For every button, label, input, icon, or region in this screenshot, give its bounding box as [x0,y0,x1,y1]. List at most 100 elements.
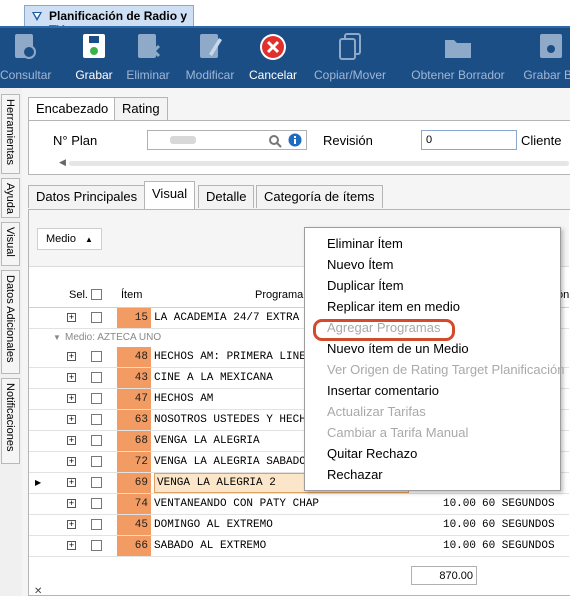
row-checkbox[interactable] [91,519,102,530]
row-checkbox[interactable] [91,540,102,551]
row-checkbox[interactable] [91,477,102,488]
menu-item-duplicar-ítem[interactable]: Duplicar Ítem [327,278,404,298]
menu-item-actualizar-tarifas: Actualizar Tarifas [327,404,426,419]
menu-item-eliminar-ítem[interactable]: Eliminar Ítem [327,236,403,256]
tab-encabezado[interactable]: Encabezado [28,97,117,122]
programa-cell: VENTANEANDO CON PATY CHAP [154,498,320,510]
obtener-borrador-button[interactable]: Obtener Borrador [410,32,506,88]
header-tabs: Encabezado Rating [28,97,328,122]
title-bar: Planificación de Radio y TV [0,0,570,37]
current-row-indicator-icon: ▶ [35,478,42,487]
folder-icon [445,40,471,58]
expand-icon[interactable]: + [67,478,76,487]
row-checkbox[interactable] [91,498,102,509]
plan-value-redacted [170,136,196,144]
side-tab-herramientas[interactable]: Herramientas [1,94,20,174]
modificar-button[interactable]: Modificar [180,32,240,88]
expand-icon[interactable]: + [67,313,76,322]
item-cell: 63 [117,410,151,430]
expand-icon[interactable]: + [67,352,76,361]
programa-cell: DOMINGO AL EXTREMO [154,519,273,531]
row-checkbox[interactable] [91,372,102,383]
copy-icon [339,33,361,60]
item-cell: 15 [117,308,151,328]
row-checkbox[interactable] [91,393,102,404]
main-tabs: Datos Principales Visual Detalle Categor… [28,181,388,210]
app-icon [32,12,42,21]
menu-item-insertar-comentario[interactable]: Insertar comentario [327,383,439,403]
tab-rating[interactable]: Rating [114,97,168,120]
table-row[interactable]: +74 VENTANEANDO CON PATY CHAP 10.00 60 SEGU… [29,494,569,515]
plan-field[interactable] [147,130,307,150]
scroll-track[interactable] [69,161,569,166]
menu-item-quitar-rechazo[interactable]: Quitar Rechazo [327,446,417,466]
item-cell: 66 [117,536,151,556]
col-sel[interactable]: Sel. [69,289,88,301]
info-icon[interactable] [288,133,302,147]
eliminar-button[interactable]: Eliminar [122,32,174,88]
collapse-icon[interactable]: ▼ [53,333,61,342]
menu-item-ver-origen-de-rating-target-planificación: Ver Origen de Rating Target Planificació… [327,362,565,377]
grabar-borrador-button[interactable]: Grabar Bo [516,32,570,88]
save-icon [83,34,105,58]
scroll-left-icon[interactable]: ◀ [59,157,66,168]
row-checkbox[interactable] [91,414,102,425]
table-row[interactable]: +66 SABADO AL EXTREMO 10.00 60 SEGUNDOS [29,536,569,557]
item-cell: 43 [117,368,151,388]
menu-item-rechazar[interactable]: Rechazar [327,467,383,487]
side-tab-notificaciones[interactable]: Notificaciones [1,378,20,464]
tab-categoria-items[interactable]: Categoría de ítems [256,185,383,208]
col-programa[interactable]: Programa [255,289,303,301]
header-form: N° Plan Revisión 0 Cliente ◀ [28,120,570,175]
side-tab-ayuda[interactable]: Ayuda [1,178,20,218]
programa-cell: SABADO AL EXTREMO [154,540,267,552]
menu-item-nuevo-ítem-de-un-medio[interactable]: Nuevo ítem de un Medio [327,341,469,361]
side-tab-datos-adicionales[interactable]: Datos Adicionales [1,270,20,374]
cliente-label: Cliente [521,133,562,148]
row-checkbox[interactable] [91,351,102,362]
sort-up-icon: ▲ [85,235,93,244]
revision-field[interactable]: 0 [421,130,517,150]
item-cell: 69 [117,473,151,493]
tab-datos-principales[interactable]: Datos Principales [28,185,146,208]
expand-icon[interactable]: + [67,457,76,466]
menu-item-replicar-item-en-medio[interactable]: Replicar item en medio [327,299,460,319]
cancelar-button[interactable]: Cancelar [246,32,300,88]
edit-icon [200,34,222,58]
revision-label: Revisión [323,133,373,148]
grid-footer: 870.00 [28,566,570,586]
consultar-button[interactable]: Consultar [0,32,51,88]
row-checkbox[interactable] [91,435,102,446]
tab-visual[interactable]: Visual [144,181,196,210]
side-tab-visual[interactable]: Visual [1,222,20,266]
row-checkbox[interactable] [91,456,102,467]
close-filter-icon[interactable]: ✕ [34,586,42,597]
side-panel-bar: Herramientas Ayuda Visual Datos Adiciona… [0,88,23,596]
toolbar: Consultar Grabar Eliminar Modificar Canc… [0,26,570,88]
header-hscroll[interactable]: ◀ [57,157,569,169]
expand-icon[interactable]: + [67,499,76,508]
expand-icon[interactable]: + [67,541,76,550]
expand-icon[interactable]: + [67,415,76,424]
item-cell: 74 [117,494,151,514]
col-item[interactable]: Ítem [121,289,142,301]
item-cell: 45 [117,515,151,535]
expand-icon[interactable]: + [67,520,76,529]
total-value: 870.00 [411,566,477,585]
expand-icon[interactable]: + [67,394,76,403]
select-all-checkbox[interactable] [91,289,102,300]
menu-item-nuevo-ítem[interactable]: Nuevo Ítem [327,257,393,277]
expand-icon[interactable]: + [67,373,76,382]
valor-cell: 10.00 [442,540,476,552]
document-tab[interactable]: Planificación de Radio y TV [24,5,194,37]
copiar-mover-button[interactable]: Copiar/Mover [310,32,390,88]
table-row[interactable]: +45 DOMINGO AL EXTREMO 10.00 60 SEGUNDOS [29,515,569,536]
save-draft-icon [540,34,562,58]
menu-item-cambiar-a-tarifa-manual: Cambiar a Tarifa Manual [327,425,469,440]
group-chip-medio[interactable]: Medio ▲ [37,228,102,250]
search-icon[interactable] [268,134,282,148]
row-checkbox[interactable] [91,312,102,323]
tab-detalle[interactable]: Detalle [198,185,255,208]
grabar-button[interactable]: Grabar [70,32,118,88]
expand-icon[interactable]: + [67,436,76,445]
